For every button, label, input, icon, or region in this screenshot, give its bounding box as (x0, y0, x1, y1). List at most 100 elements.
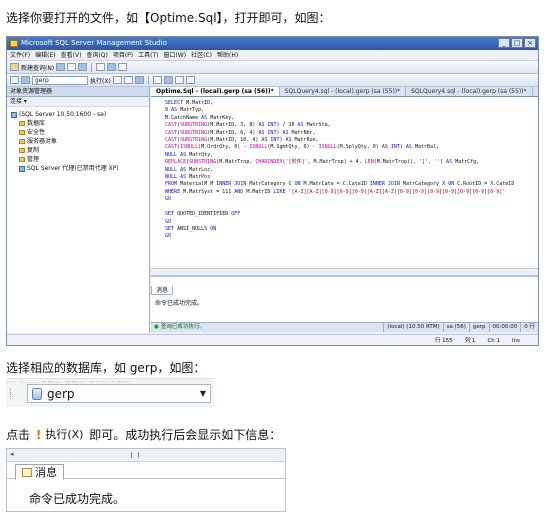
connect-icon[interactable] (10, 76, 19, 84)
activity-icon[interactable] (96, 63, 106, 71)
menu-edit[interactable]: 编辑(E) (35, 50, 55, 60)
query-editor: Optime.Sql - (local).gerp (sa (56))* SQL… (151, 87, 538, 274)
tree-item-server-objects[interactable]: 服务器对象 (11, 137, 149, 146)
code-line: WHERE M.MatrSyst = 111 AND M.MatrID LIKE… (165, 188, 506, 195)
menu-help[interactable]: 帮助(H) (217, 50, 238, 60)
tree-item-label: 管理 (27, 156, 40, 163)
server-node[interactable]: (SQL Server 10.50.1600 - sa) (11, 110, 149, 119)
toolbar-separator (147, 75, 149, 85)
code-line: 0 AS MatrTyp, (159, 107, 205, 114)
tree-item-databases[interactable]: 数据库 (11, 119, 149, 128)
title-bar: Microsoft SQL Server Management Studio _… (7, 37, 538, 50)
code-line: REPLACE(SUBSTRING(M.MatrTrop, CHARINDEX(… (165, 159, 480, 166)
indent-icon[interactable] (185, 76, 195, 84)
tab-sqlquery-2[interactable]: SQLQuery4.sql - (local).gerp (sa (55))* (406, 87, 533, 96)
folder-icon (19, 130, 25, 135)
results-to-grid-icon[interactable] (163, 76, 173, 84)
results-to-text-icon[interactable] (152, 76, 162, 84)
stop-icon[interactable] (123, 76, 133, 84)
horizontal-scrollbar[interactable]: ◂ (7, 449, 285, 462)
code-line: GO (165, 218, 172, 225)
instruction-execute-suffix: 即可。成功执行后会显示如下信息： (89, 428, 282, 442)
change-connection-icon[interactable] (21, 76, 30, 84)
folder-icon (19, 148, 25, 153)
template-icon[interactable] (118, 63, 128, 71)
code-line: GO (165, 196, 172, 203)
ssms-window: Microsoft SQL Server Management Studio _… (6, 36, 539, 346)
tab-messages[interactable]: 消息 (15, 464, 64, 480)
tree-item-management[interactable]: 管理 (11, 155, 149, 164)
new-query-button[interactable]: 新建查询(N) (21, 63, 54, 72)
menu-community[interactable]: 社区(C) (191, 50, 212, 60)
code-line: FROM MaterialM M INNER JOIN MatrCategory… (165, 181, 515, 188)
debug-icon[interactable] (112, 76, 122, 84)
instruction-execute-prefix: 点击 (6, 428, 31, 442)
open-icon[interactable] (56, 63, 66, 71)
parse-icon[interactable] (134, 76, 144, 84)
sql-code-area[interactable]: SELECT M.MatrID, 0 AS MatrTyp, M.CatchNa… (151, 97, 538, 273)
tab-optime-sql[interactable]: Optime.Sql - (local).gerp (sa (56))* (151, 87, 280, 96)
object-tree: (SQL Server 10.50.1600 - sa) 数据库 安全性 服务器… (7, 107, 149, 173)
execute-button[interactable]: ! 执行(X) (34, 427, 86, 443)
scroll-left-icon[interactable]: ◂ (10, 450, 14, 458)
success-message: 命令已成功完成。 (29, 492, 126, 506)
tree-item-label: SQL Server 代理(已禁用代理 XP) (27, 165, 119, 172)
tree-item-security[interactable]: 安全性 (11, 128, 149, 137)
minimize-button[interactable]: _ (498, 38, 510, 48)
report-icon[interactable] (107, 63, 117, 71)
code-line: SELECT M.MatrID, (165, 100, 214, 106)
code-line: NULL AS MatrLoc, (165, 166, 214, 173)
ghost-menu-text: SQL Server 查询(Q) 项目(P) 调试(D) 工具(T) (6, 379, 214, 383)
app-icon (10, 40, 18, 47)
database-select-value: gerp (47, 386, 75, 401)
tree-item-label: 复制 (27, 147, 40, 154)
comment-icon[interactable] (174, 76, 184, 84)
status-user: sa (56) (442, 323, 469, 332)
code-line: M.CatchName AS MatrKey, (159, 114, 235, 121)
scroll-thumb[interactable] (131, 452, 139, 458)
instruction-open-file: 选择你要打开的文件，如【Optime.Sql】，打开即可，如图： (6, 11, 331, 25)
tab-messages[interactable]: 消息 (151, 286, 174, 295)
message-icon (22, 467, 32, 477)
status-success: 查询已成功执行。 (154, 323, 383, 332)
horizontal-scrollbar[interactable] (151, 268, 538, 274)
tab-sqlquery-1[interactable]: SQLQuery4.sql - (local).gerp (sa (55))* (280, 87, 407, 96)
object-explorer-title: 对象资源管理器 (7, 87, 149, 97)
maximize-button[interactable]: □ (511, 38, 523, 48)
execute-button-label: 执行(X) (45, 428, 84, 441)
agent-icon (19, 165, 25, 172)
server-icon (11, 111, 17, 118)
folder-icon (19, 157, 25, 162)
instruction-select-database: 选择相应的数据库，如 gerp，如图： (6, 361, 206, 375)
menu-tools[interactable]: 工具(T) (138, 50, 158, 60)
menu-query[interactable]: 查询(Q) (86, 50, 107, 60)
save-icon[interactable] (67, 63, 77, 71)
code-line: CAST(ISNULL(M.OrdrQty, 0) - ISNULL(M.Sgm… (165, 144, 440, 151)
database-icon (32, 387, 42, 400)
chevron-down-icon[interactable]: ▼ (196, 389, 210, 398)
object-explorer-connect[interactable]: 连接 ▾ (7, 97, 149, 107)
tree-item-label: 安全性 (27, 129, 46, 136)
menu-view[interactable]: 查看(V) (61, 50, 82, 60)
tree-item-agent[interactable]: SQL Server 代理(已禁用代理 XP) (11, 164, 149, 173)
messages-panel-crop: ◂ 消息 命令已成功完成。 (6, 448, 286, 512)
toolbar-database-select[interactable]: gerp (32, 75, 88, 85)
menu-window[interactable]: 窗口(W) (164, 50, 187, 60)
database-select[interactable]: gerp ▼ (27, 384, 211, 403)
save-all-icon[interactable] (78, 63, 88, 71)
status-server: (local) (10.50 RTM) (383, 323, 442, 332)
folder-icon (19, 139, 25, 144)
menu-project[interactable]: 项目(P) (113, 50, 133, 60)
toolbar-execute-button[interactable]: 执行(X) (90, 76, 111, 85)
query-status-bar: 查询已成功执行。 (local) (10.50 RTM) sa (56) ger… (151, 322, 538, 332)
tree-item-replication[interactable]: 复制 (11, 146, 149, 155)
status-insert-mode: Ins (512, 338, 520, 344)
status-rows: 0 行 (520, 323, 538, 332)
status-column: 列 1 (464, 338, 476, 344)
close-button[interactable]: × (524, 38, 536, 48)
new-query-icon[interactable] (10, 63, 19, 71)
messages-tab-row: 消息 (7, 462, 285, 480)
code-line: NULL AS MatrPos (165, 174, 211, 181)
tab-messages-label: 消息 (35, 466, 57, 479)
menu-file[interactable]: 文件(F) (10, 50, 30, 60)
